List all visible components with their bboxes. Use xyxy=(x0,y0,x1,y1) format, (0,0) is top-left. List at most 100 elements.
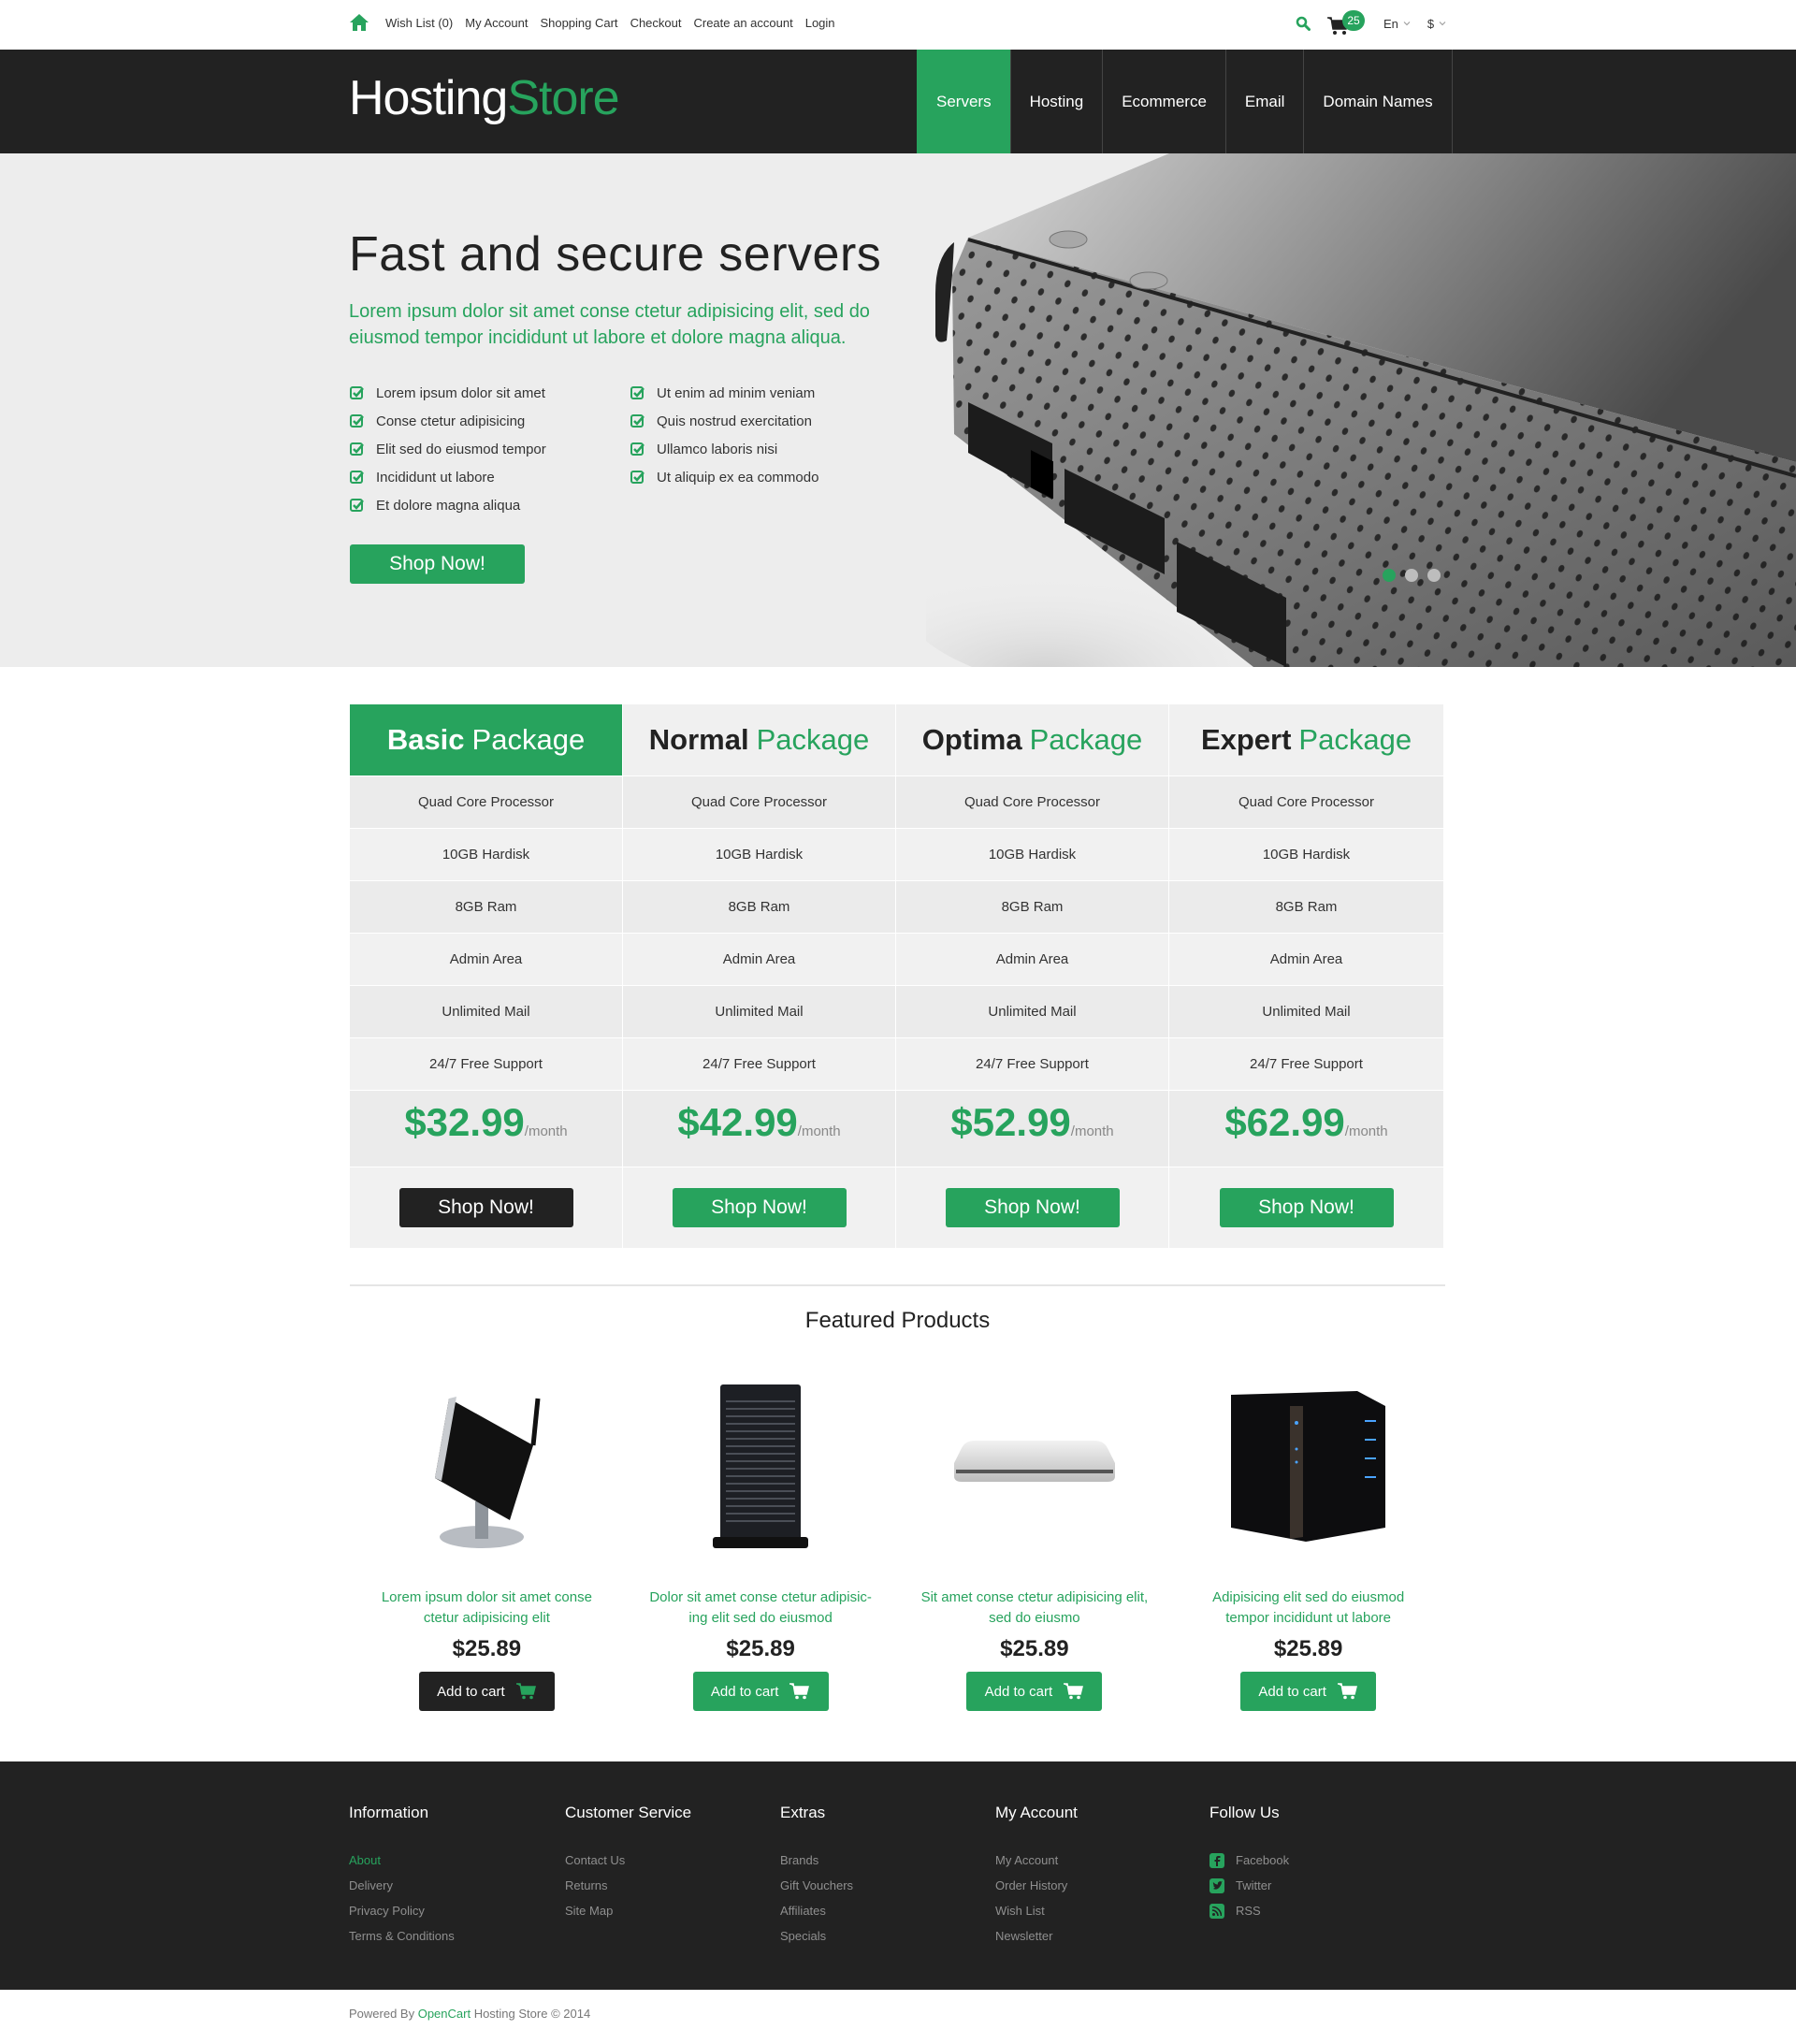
search-icon[interactable] xyxy=(1296,16,1311,31)
nav-ecommerce[interactable]: Ecommerce xyxy=(1102,50,1225,153)
product-price: $25.89 xyxy=(452,1636,522,1661)
add-to-cart-button[interactable]: Add to cart xyxy=(418,1672,555,1711)
package-button-row: Shop Now! xyxy=(1169,1167,1443,1248)
product-image-tower-server[interactable] xyxy=(653,1375,868,1558)
product-card: Dolor sit amet conse ctetur adipisic-ing… xyxy=(624,1375,898,1711)
hero-shop-now-button[interactable]: Shop Now! xyxy=(350,544,525,584)
package-title: Normal Package xyxy=(623,704,895,776)
cart-icon xyxy=(515,1683,536,1700)
footer-link-my-account[interactable]: My Account xyxy=(995,1848,1078,1873)
cart-icon xyxy=(1064,1683,1084,1700)
logo[interactable]: HostingStore xyxy=(349,70,620,126)
footer-link-delivery[interactable]: Delivery xyxy=(349,1873,455,1898)
check-square-icon xyxy=(350,442,364,456)
footer-link-contact-us[interactable]: Contact Us xyxy=(565,1848,691,1873)
nav-domain-names[interactable]: Domain Names xyxy=(1303,50,1451,153)
list-item-text: Ut enim ad minim veniam xyxy=(657,384,816,401)
footer-link-affiliates[interactable]: Affiliates xyxy=(780,1898,853,1923)
footer-link-gift-vouchers[interactable]: Gift Vouchers xyxy=(780,1873,853,1898)
footer-link-returns[interactable]: Returns xyxy=(565,1873,691,1898)
package-name: Expert xyxy=(1200,723,1292,756)
login-link[interactable]: Login xyxy=(805,16,835,30)
check-square-icon xyxy=(630,386,645,399)
product-name[interactable]: Sit amet conse ctetur adipisicing elit, … xyxy=(918,1587,1151,1629)
price-amount: $62.99 xyxy=(1224,1100,1345,1144)
package-shop-now-button[interactable]: Shop Now! xyxy=(945,1188,1120,1227)
product-card: Sit amet conse ctetur adipisicing elit, … xyxy=(898,1375,1172,1711)
footer-link-about[interactable]: About xyxy=(349,1848,455,1873)
footer-col-information: Information About Delivery Privacy Polic… xyxy=(349,1804,455,1949)
package-feature: Unlimited Mail xyxy=(350,986,622,1038)
list-item-text: Incididunt ut labore xyxy=(376,469,495,486)
footer-link-terms[interactable]: Terms & Conditions xyxy=(349,1923,455,1949)
package-feature: Unlimited Mail xyxy=(1169,986,1443,1038)
slider-dot-1[interactable] xyxy=(1383,569,1396,582)
product-image-nas-cube[interactable] xyxy=(1201,1375,1416,1558)
list-item: Conse ctetur adipisicing xyxy=(350,407,546,435)
package-suffix: Package xyxy=(1298,723,1412,756)
footer-link-facebook[interactable]: Facebook xyxy=(1209,1848,1289,1873)
slider-dot-2[interactable] xyxy=(1405,569,1418,582)
footer-link-site-map[interactable]: Site Map xyxy=(565,1898,691,1923)
footer-link-order-history[interactable]: Order History xyxy=(995,1873,1078,1898)
list-item-text: Ut aliquip ex ea commodo xyxy=(657,469,819,486)
slider-dot-3[interactable] xyxy=(1427,569,1441,582)
footer-heading: Information xyxy=(349,1804,429,1821)
add-to-cart-button[interactable]: Add to cart xyxy=(966,1672,1103,1711)
check-square-icon xyxy=(350,386,364,399)
hero-subtitle: Lorem ipsum dolor sit amet conse ctetur … xyxy=(349,301,870,348)
product-name[interactable]: Lorem ipsum dolor sit amet conse ctetur … xyxy=(369,1587,603,1629)
footer-col-customer-service: Customer Service Contact Us Returns Site… xyxy=(565,1804,691,1923)
language-dropdown[interactable]: En xyxy=(1383,17,1411,31)
add-to-cart-button[interactable]: Add to cart xyxy=(692,1672,829,1711)
footer-heading: Extras xyxy=(780,1804,826,1821)
package-feature: Quad Core Processor xyxy=(1169,776,1443,829)
product-name[interactable]: Dolor sit amet conse ctetur adipisic-ing… xyxy=(644,1587,877,1629)
price-period: /month xyxy=(1344,1123,1388,1139)
list-item-text: Lorem ipsum dolor sit amet xyxy=(376,384,545,401)
footer-heading: Customer Service xyxy=(565,1804,692,1821)
package-feature: 10GB Hardisk xyxy=(623,829,895,881)
product-image-external-drive[interactable] xyxy=(927,1375,1142,1558)
package-feature: 8GB Ram xyxy=(350,881,622,934)
footer-link-privacy-policy[interactable]: Privacy Policy xyxy=(349,1898,455,1923)
package-feature: 24/7 Free Support xyxy=(350,1038,622,1091)
package-shop-now-button[interactable]: Shop Now! xyxy=(1219,1188,1394,1227)
list-item: Ullamco laboris nisi xyxy=(630,435,818,463)
my-account-link[interactable]: My Account xyxy=(465,16,528,30)
package-name: Optima xyxy=(921,723,1022,756)
package-shop-now-button[interactable]: Shop Now! xyxy=(398,1188,573,1227)
create-account-link[interactable]: Create an account xyxy=(693,16,792,30)
logo-text-secondary: Store xyxy=(507,71,619,125)
footer-link-specials[interactable]: Specials xyxy=(780,1923,853,1949)
pricing-table: Basic Package Quad Core Processor 10GB Hard… xyxy=(350,704,1445,1248)
shopping-cart-link[interactable]: Shopping Cart xyxy=(540,16,617,30)
package-price: $32.99/month xyxy=(350,1091,622,1167)
featured-products-title: Featured Products xyxy=(804,1308,991,1333)
package-shop-now-button[interactable]: Shop Now! xyxy=(672,1188,847,1227)
product-name[interactable]: Adipisicing elit sed do eiusmod tempor i… xyxy=(1192,1587,1426,1629)
package-feature: 24/7 Free Support xyxy=(623,1038,895,1091)
opencart-link[interactable]: OpenCart xyxy=(418,2007,471,2021)
footer-link-twitter[interactable]: Twitter xyxy=(1209,1873,1289,1898)
add-to-cart-button[interactable]: Add to cart xyxy=(1240,1672,1377,1711)
top-right-tools: 25 En $ xyxy=(1296,9,1446,37)
package-button-row: Shop Now! xyxy=(896,1167,1168,1248)
package-suffix: Package xyxy=(756,723,870,756)
footer-link-rss[interactable]: RSS xyxy=(1209,1898,1289,1923)
powered-prefix: Powered By xyxy=(349,2007,418,2021)
home-icon[interactable] xyxy=(349,13,369,32)
nav-servers[interactable]: Servers xyxy=(917,50,1010,153)
footer-link-wish-list[interactable]: Wish List xyxy=(995,1898,1078,1923)
nav-email[interactable]: Email xyxy=(1224,50,1304,153)
nav-hosting[interactable]: Hosting xyxy=(1009,50,1103,153)
wishlist-link[interactable]: Wish List (0) xyxy=(385,16,453,30)
footer-link-brands[interactable]: Brands xyxy=(780,1848,853,1873)
checkout-link[interactable]: Checkout xyxy=(630,16,682,30)
cart-button[interactable]: 25 xyxy=(1327,9,1367,37)
product-image-mini-pc[interactable] xyxy=(379,1375,594,1558)
footer-link-newsletter[interactable]: Newsletter xyxy=(995,1923,1078,1949)
currency-dropdown[interactable]: $ xyxy=(1427,17,1446,31)
add-to-cart-label: Add to cart xyxy=(1258,1683,1326,1700)
package-feature: 8GB Ram xyxy=(623,881,895,934)
